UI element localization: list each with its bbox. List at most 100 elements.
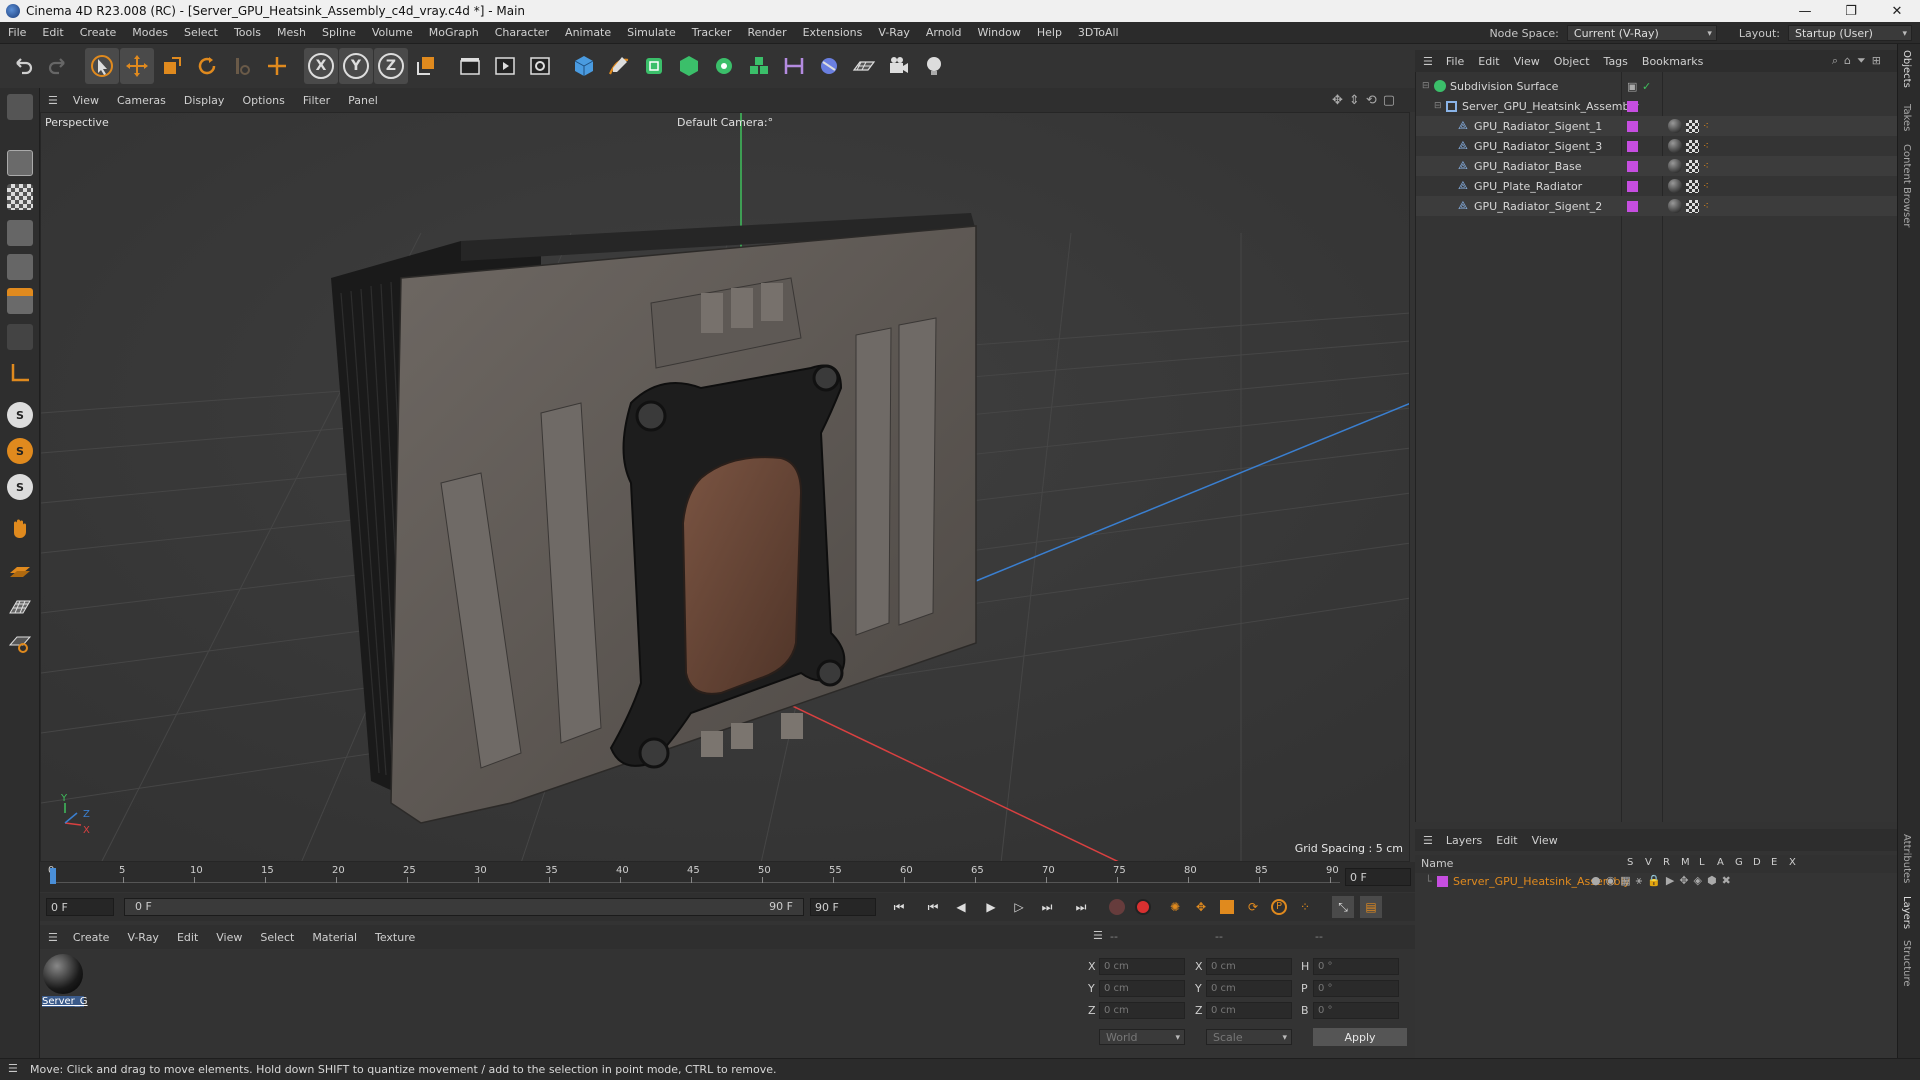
material-menu-create[interactable]: Create: [64, 931, 119, 944]
world-coordinates-button[interactable]: [409, 48, 443, 84]
camera-label[interactable]: Default Camera:°: [677, 116, 773, 129]
menu-mesh[interactable]: Mesh: [269, 26, 314, 39]
menu-modes[interactable]: Modes: [124, 26, 176, 39]
workplane-button[interactable]: [4, 556, 36, 586]
range-slider[interactable]: 0 F 90 F: [124, 898, 804, 916]
menu-mograph[interactable]: MoGraph: [421, 26, 487, 39]
menu-help[interactable]: Help: [1029, 26, 1070, 39]
object-row[interactable]: ⊟ Subdivision Surface ▣ ✓: [1416, 76, 1898, 96]
uvw-tag-icon[interactable]: [1686, 159, 1699, 173]
timeline-ruler[interactable]: 051015202530354045505560657075808590 0 F: [40, 862, 1415, 892]
live-selection-button[interactable]: [85, 48, 119, 84]
object-row[interactable]: ⟁ GPU_Radiator_Sigent_2 ⁖: [1416, 196, 1898, 216]
scale-tool-button[interactable]: [155, 48, 189, 84]
coordinate-mode-dropdown[interactable]: Scale: [1206, 1029, 1292, 1046]
layer-column-header[interactable]: S: [1627, 857, 1633, 868]
light-button[interactable]: [917, 48, 951, 84]
node-space-dropdown[interactable]: Current (V-Ray): [1566, 25, 1717, 42]
current-frame-field[interactable]: 0 F: [1345, 868, 1411, 886]
layer-column-header[interactable]: D: [1753, 857, 1761, 868]
subdivision-surface-button[interactable]: [637, 48, 671, 84]
render-view-button[interactable]: [453, 48, 487, 84]
layer-color-swatch[interactable]: [1627, 100, 1638, 112]
apply-button[interactable]: Apply: [1313, 1028, 1407, 1046]
extrude-button[interactable]: [672, 48, 706, 84]
recent-tool-button[interactable]: [225, 48, 259, 84]
polygon-mode-button[interactable]: [4, 286, 36, 316]
material-menu-vray[interactable]: V-Ray: [118, 931, 168, 944]
object-menu-tags[interactable]: Tags: [1597, 55, 1635, 68]
tab-objects[interactable]: Objects: [1901, 50, 1912, 88]
size-y-field[interactable]: 0 cm: [1206, 980, 1292, 997]
rot-h-field[interactable]: 0 °: [1313, 958, 1399, 975]
edge-mode-button[interactable]: [4, 252, 36, 282]
viewport-menu-view[interactable]: View: [64, 94, 108, 107]
key-position-button[interactable]: ✥: [1190, 896, 1212, 918]
deformer-button[interactable]: [777, 48, 811, 84]
render-to-picture-viewer-button[interactable]: [488, 48, 522, 84]
object-manager-tools[interactable]: ⌕⌂⏷⊞: [1832, 54, 1887, 68]
render-settings-button[interactable]: [523, 48, 557, 84]
collapse-icon[interactable]: ⊟: [1422, 81, 1430, 91]
uvw-tag-icon[interactable]: [1686, 179, 1699, 193]
viewport-navigation-icons[interactable]: ✥⇕⟲▢: [1332, 93, 1401, 108]
keyframe-selection-button[interactable]: ✺: [1164, 896, 1186, 918]
size-z-field[interactable]: 0 cm: [1206, 1002, 1292, 1019]
menu-render[interactable]: Render: [739, 26, 794, 39]
grid-button[interactable]: [4, 592, 36, 622]
timeline-window-button[interactable]: ▤: [1360, 896, 1382, 918]
enabled-check-icon[interactable]: ✓: [1642, 80, 1651, 93]
object-menu-file[interactable]: File: [1439, 55, 1471, 68]
material-swatch[interactable]: Server_G: [42, 953, 88, 1015]
menu-tracker[interactable]: Tracker: [684, 26, 740, 39]
make-editable-button[interactable]: [4, 92, 36, 122]
layers-menu-view[interactable]: View: [1525, 834, 1565, 847]
coordinate-space-dropdown[interactable]: World: [1099, 1029, 1185, 1046]
viewport-menu-filter[interactable]: Filter: [294, 94, 339, 107]
menu-create[interactable]: Create: [72, 26, 125, 39]
tab-takes[interactable]: Takes: [1901, 104, 1912, 131]
vray-tag-icon[interactable]: ⁖: [1703, 121, 1709, 132]
object-hamburger-icon[interactable]: ☰: [1423, 55, 1433, 68]
go-to-start-button[interactable]: ⏮: [888, 896, 910, 918]
previous-key-button[interactable]: ⏮: [922, 896, 944, 918]
uvw-tag-icon[interactable]: [1686, 139, 1699, 153]
object-row[interactable]: ⟁ GPU_Plate_Radiator ⁖: [1416, 176, 1898, 196]
viewport-menu-cameras[interactable]: Cameras: [108, 94, 175, 107]
vray-tag-icon[interactable]: ⁖: [1703, 181, 1709, 192]
axis-mode-button[interactable]: [4, 358, 36, 388]
rot-p-field[interactable]: 0 °: [1313, 980, 1399, 997]
key-scale-button[interactable]: [1216, 896, 1238, 918]
material-tag-icon[interactable]: [1668, 159, 1682, 173]
cloner-button[interactable]: [707, 48, 741, 84]
locked-workplane-button[interactable]: [4, 628, 36, 658]
object-menu-object[interactable]: Object: [1547, 55, 1597, 68]
tab-layers[interactable]: Layers: [1901, 896, 1912, 929]
layer-column-header[interactable]: X: [1789, 857, 1796, 868]
layer-column-header[interactable]: A: [1717, 857, 1724, 868]
layer-column-header[interactable]: V: [1645, 857, 1652, 868]
next-frame-button[interactable]: ▷: [1008, 896, 1030, 918]
go-to-end-button[interactable]: ⏭: [1070, 896, 1092, 918]
point-mode-button[interactable]: [4, 218, 36, 248]
close-button[interactable]: ✕: [1874, 0, 1920, 22]
material-hamburger-icon[interactable]: ☰: [48, 931, 58, 944]
rot-b-field[interactable]: 0 °: [1313, 1002, 1399, 1019]
camera-button[interactable]: [882, 48, 916, 84]
menu-extensions[interactable]: Extensions: [795, 26, 871, 39]
viewport-menu-options[interactable]: Options: [233, 94, 293, 107]
menu-window[interactable]: Window: [969, 26, 1028, 39]
minimize-button[interactable]: —: [1782, 0, 1828, 22]
material-menu-edit[interactable]: Edit: [168, 931, 207, 944]
status-menu-icon[interactable]: ☰: [8, 1062, 18, 1075]
rotate-tool-button[interactable]: [190, 48, 224, 84]
texture-mode-button[interactable]: [4, 182, 36, 212]
layer-color-swatch[interactable]: [1627, 200, 1638, 212]
key-rotation-button[interactable]: ⟳: [1242, 896, 1264, 918]
menu-simulate[interactable]: Simulate: [619, 26, 684, 39]
pos-z-field[interactable]: 0 cm: [1099, 1002, 1185, 1019]
play-button[interactable]: ▶: [980, 896, 1002, 918]
object-row[interactable]: ⟁ GPU_Radiator_Base ⁖: [1416, 156, 1898, 176]
layer-color-swatch[interactable]: [1627, 120, 1638, 132]
size-x-field[interactable]: 0 cm: [1206, 958, 1292, 975]
